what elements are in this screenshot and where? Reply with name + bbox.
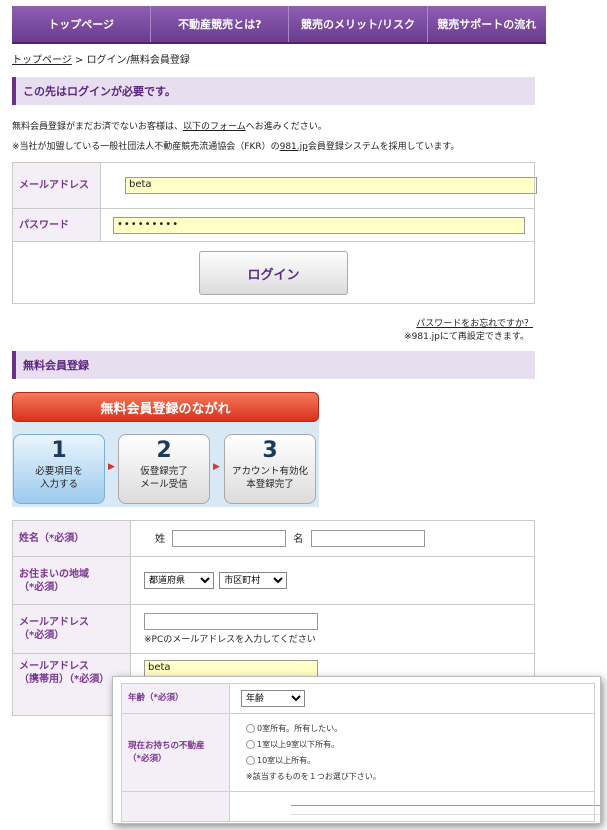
forgot-password-link[interactable]: パスワードをお忘れですか？ (416, 319, 533, 329)
sei-label: 姓 (155, 533, 165, 545)
breadcrumb-home-link[interactable]: トップページ (12, 55, 72, 66)
nav-item-merit-risk[interactable]: 競売のメリット/リスク (289, 6, 428, 42)
radio-icon[interactable] (246, 739, 255, 749)
step-number: 1 (51, 438, 67, 463)
property-option-0[interactable]: 0室所有。所有したい。 (246, 721, 593, 737)
mobile-email-label-line2: （携帯用）（*必須） (19, 674, 110, 685)
flow-title: 無料会員登録のながれ (12, 392, 319, 422)
login-intro: 無料会員登録がまだお済でないお客様は、以下のフォームへお進みください。 (12, 119, 327, 132)
login-button[interactable]: ログイン (199, 251, 348, 295)
name-label: 姓名（*必須） (12, 520, 131, 557)
nav-item-support-flow[interactable]: 競売サポートの流れ (427, 6, 546, 42)
register-section-title: 無料会員登録 (12, 351, 535, 379)
property-label-line1: 現在お持ちの不動産 (128, 740, 205, 751)
registration-flow-banner: 無料会員登録のながれ 1 必要項目を 入力する ▶ 2 仮登録完了 メール受信 … (12, 392, 319, 507)
login-note: ※当社が加盟している一般社団法人不動産競売流通協会（FKR）の981.jp会員登… (12, 139, 459, 152)
address-label: お住まいの地域 （*必須） (12, 556, 131, 605)
email-register-label-line2: （*必須） (19, 630, 65, 641)
login-intro-suffix: へお進みください。 (245, 122, 327, 132)
login-email-input[interactable]: beta (125, 177, 537, 194)
step-text-line2: メール受信 (140, 479, 188, 490)
reissue-note: ※981.jpにて再設定できます。 (404, 332, 529, 342)
radio-icon[interactable] (246, 723, 255, 733)
last-name-input[interactable] (172, 530, 287, 548)
option-label: 0室所有。所有したい。 (257, 723, 343, 733)
981jp-link[interactable]: 981.jp (280, 142, 308, 152)
flow-step-1: 1 必要項目を 入力する (13, 434, 105, 504)
mei-label: 名 (293, 533, 304, 545)
top-nav: トップページ 不動産競売とは? 競売のメリット/リスク 競売サポートの流れ (12, 6, 546, 44)
forgot-password: パスワードをお忘れですか？ (416, 316, 533, 329)
cut-off-content (291, 804, 600, 815)
step-text-line1: アカウント有効化 (231, 466, 308, 477)
breadcrumb-separator: > (71, 55, 87, 66)
email-register-label: メールアドレス （*必須） (12, 604, 131, 654)
property-option-1[interactable]: 1室以上9室以下所有。 (246, 737, 593, 753)
address-label-line2: （*必須） (19, 581, 65, 593)
first-name-input[interactable] (310, 530, 425, 548)
address-label-line1: お住まいの地域 (19, 568, 89, 580)
mobile-email-label-line1: メールアドレス (19, 661, 89, 672)
city-select[interactable]: 市区町村 (219, 572, 288, 589)
email-note: ※PCのメールアドレスを入力してください (144, 635, 316, 645)
login-section-title: この先はログインが必要です。 (12, 77, 535, 105)
login-section-title-text: この先はログインが必要です。 (23, 85, 176, 98)
nav-item-about-auction[interactable]: 不動産競売とは? (151, 6, 290, 42)
register-section-title-text: 無料会員登録 (23, 359, 89, 372)
form-anchor-link[interactable]: 以下のフォーム (183, 122, 246, 132)
prefecture-select[interactable]: 都道府県 (144, 572, 214, 589)
property-label: 現在お持ちの不動産 （*必須） (121, 713, 230, 792)
flow-step-3: 3 アカウント有効化 本登録完了 (224, 434, 316, 504)
step-text-line1: 仮登録完了 (140, 466, 188, 477)
login-password-input[interactable]: ••••••••• (113, 216, 525, 234)
nav-item-top[interactable]: トップページ (12, 6, 152, 42)
login-note-suffix: 会員登録システムを採用しています。 (307, 142, 460, 152)
property-note: ※該当するものを１つお選び下さい。 (246, 771, 381, 781)
email-label: メールアドレス (12, 162, 101, 209)
zoomed-form-overlay: 年齢（*必須） 年齢 現在お持ちの不動産 （*必須） 0室所有。所有したい。 1… (112, 676, 601, 824)
arrow-right-icon: ▶ (108, 462, 115, 472)
register-email-input[interactable] (144, 613, 318, 630)
password-label: パスワード (12, 208, 101, 242)
option-label: 10室以上所有。 (257, 755, 316, 765)
overlay-form: 年齢（*必須） 年齢 現在お持ちの不動産 （*必須） 0室所有。所有したい。 1… (121, 683, 600, 822)
login-note-prefix: ※当社が加盟している一般社団法人不動産競売流通協会（FKR）の (12, 142, 280, 152)
overlay-next-label (121, 791, 230, 822)
email-register-label-line1: メールアドレス (19, 617, 89, 628)
mobile-email-input[interactable]: beta (144, 660, 318, 677)
property-label-line2: （*必須） (128, 753, 167, 764)
step-number: 3 (262, 438, 278, 463)
age-select[interactable]: 年齢 (241, 690, 305, 707)
arrow-right-icon: ▶ (213, 462, 220, 472)
step-text-line2: 本登録完了 (246, 479, 294, 490)
option-label: 1室以上9室以下所有。 (257, 739, 340, 749)
step-text-line2: 入力する (39, 479, 78, 490)
overlay-next-cell (229, 791, 600, 822)
flow-step-2: 2 仮登録完了 メール受信 (118, 434, 210, 504)
property-option-2[interactable]: 10室以上所有。 (246, 753, 593, 769)
radio-icon[interactable] (246, 755, 255, 765)
breadcrumb-current: ログイン/無料会員登録 (86, 55, 190, 66)
step-number: 2 (156, 438, 172, 463)
age-label: 年齢（*必須） (121, 683, 230, 714)
step-text-line1: 必要項目を (35, 466, 83, 477)
login-intro-prefix: 無料会員登録がまだお済でないお客様は、 (12, 122, 184, 132)
breadcrumb: トップページ > ログイン/無料会員登録 (12, 51, 190, 66)
